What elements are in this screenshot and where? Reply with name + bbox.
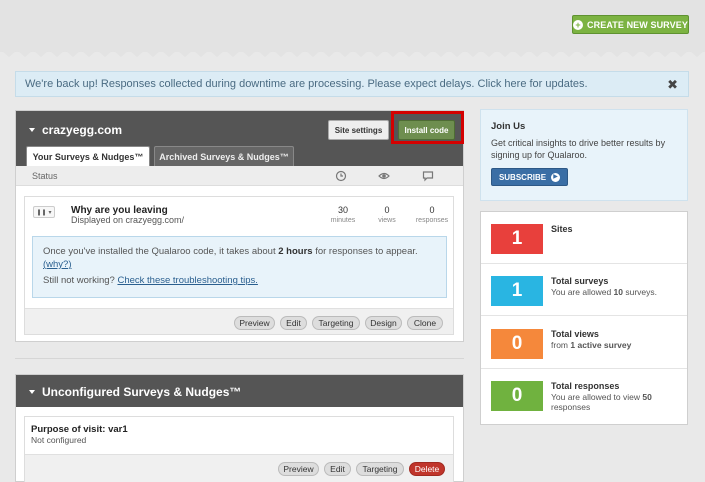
responses-label: responses: [415, 217, 449, 224]
responses-desc: You are allowed to view 50 responses: [551, 392, 652, 412]
targeting-button[interactable]: Targeting: [356, 462, 404, 476]
unconfigured-survey-card: Purpose of visit: var1 Not configured Pr…: [24, 416, 454, 482]
troubleshooting-link[interactable]: Check these troubleshooting tips.: [117, 275, 257, 286]
unconfigured-toggle[interactable]: Unconfigured Surveys & Nudges™: [29, 385, 241, 399]
top-header: + CREATE NEW SURVEY: [0, 0, 705, 57]
minutes-stat: 30 minutes: [323, 205, 363, 224]
subscribe-label: SUBSCRIBE: [498, 172, 547, 182]
minutes-label: minutes: [330, 217, 356, 224]
responses-value: 0: [429, 205, 435, 215]
caret-down-icon: [29, 128, 35, 132]
info-text: Once you've installed the Qualaroo code,…: [43, 246, 279, 257]
column-header-row: Status: [16, 166, 463, 186]
info-text-end: for responses to appear.: [312, 246, 418, 257]
views-title: Total views: [551, 329, 599, 339]
views-stat: 0 views: [367, 205, 407, 224]
pause-toggle[interactable]: ❚❚ ▾: [33, 206, 55, 218]
speech-bubble-icon: [422, 171, 434, 182]
tab-archived-surveys[interactable]: Archived Surveys & Nudges™: [154, 146, 294, 166]
site-panel-header: crazyegg.com Site settings Install code …: [16, 111, 464, 167]
subscribe-button[interactable]: SUBSCRIBE ▶: [491, 168, 568, 186]
unconfigured-survey-subtitle: Not configured: [31, 435, 87, 445]
stat-total-surveys: 1 Total surveys You are allowed 10 surve…: [481, 264, 687, 316]
section-divider: [15, 358, 464, 359]
create-new-survey-label: CREATE NEW SURVEY: [587, 19, 688, 30]
arrow-right-icon: ▶: [551, 172, 561, 182]
preview-button[interactable]: Preview: [234, 316, 275, 330]
views-desc: from 1 active survey: [551, 340, 632, 350]
survey-subtitle: Displayed on crazyegg.com/: [71, 215, 185, 225]
responses-stat: 0 responses: [412, 205, 452, 224]
stats-panel: 1 Sites 1 Total surveys You are allowed …: [480, 211, 688, 425]
delete-button[interactable]: Delete: [409, 462, 445, 476]
site-toggle[interactable]: crazyegg.com: [29, 123, 122, 137]
zigzag-edge: [0, 50, 705, 57]
sites-count: 1: [491, 224, 543, 254]
install-code-highlight: [391, 111, 464, 144]
survey-card: ❚❚ ▾ Why are you leaving Displayed on cr…: [24, 196, 454, 335]
pause-icon: ❚❚: [36, 209, 47, 216]
plus-icon: +: [573, 19, 584, 30]
responses-count: 0: [491, 381, 543, 411]
surveys-count: 1: [491, 276, 543, 306]
edit-button[interactable]: Edit: [280, 316, 307, 330]
join-us-box: Join Us Get critical insights to drive b…: [480, 109, 688, 201]
stat-sites: 1 Sites: [481, 212, 687, 264]
info-line-1: Once you've installed the Qualaroo code,…: [43, 245, 436, 258]
caret-down-icon: [29, 390, 35, 394]
stat-total-views: 0 Total views from 1 active survey: [481, 317, 687, 369]
clock-icon: [335, 170, 347, 182]
unconfigured-actions: Preview Edit Targeting Delete: [25, 454, 453, 482]
views-count: 0: [491, 329, 543, 359]
sites-title: Sites: [551, 224, 573, 234]
join-text: Get critical insights to drive better re…: [491, 138, 666, 160]
responses-title: Total responses: [551, 381, 620, 391]
surveys-title: Total surveys: [551, 276, 609, 286]
views-label: views: [378, 217, 396, 224]
edit-button[interactable]: Edit: [324, 462, 351, 476]
eye-icon: [378, 172, 390, 180]
site-name: crazyegg.com: [42, 123, 123, 137]
unconfigured-survey-name[interactable]: Purpose of visit: var1: [31, 424, 128, 435]
views-value: 0: [384, 205, 390, 215]
site-settings-button[interactable]: Site settings: [328, 120, 389, 140]
unconfigured-header: Unconfigured Surveys & Nudges™: [16, 375, 463, 407]
minutes-value: 30: [337, 205, 348, 215]
still-not-working-text: Still not working?: [43, 275, 118, 286]
site-panel: crazyegg.com Site settings Install code …: [15, 110, 464, 342]
alert-text[interactable]: We're back up! Responses collected durin…: [25, 78, 588, 90]
unconfigured-panel: Unconfigured Surveys & Nudges™ Purpose o…: [15, 374, 464, 482]
dropdown-caret-icon: ▾: [48, 209, 52, 216]
design-button[interactable]: Design: [365, 316, 402, 330]
status-column-label: Status: [32, 171, 58, 181]
unconfigured-title: Unconfigured Surveys & Nudges™: [42, 385, 242, 399]
survey-actions: Preview Edit Targeting Design Clone: [25, 308, 453, 334]
downtime-alert[interactable]: We're back up! Responses collected durin…: [15, 71, 689, 97]
clone-button[interactable]: Clone: [407, 316, 443, 330]
tab-your-surveys[interactable]: Your Surveys & Nudges™: [26, 146, 150, 167]
preview-button[interactable]: Preview: [278, 462, 319, 476]
close-icon[interactable]: ✖: [667, 77, 678, 93]
install-info-box: Once you've installed the Qualaroo code,…: [32, 236, 447, 298]
stat-total-responses: 0 Total responses You are allowed to vie…: [481, 369, 687, 421]
create-new-survey-button[interactable]: + CREATE NEW SURVEY: [572, 15, 689, 34]
join-title: Join Us: [491, 121, 526, 132]
why-link[interactable]: (why?): [43, 259, 72, 270]
targeting-button[interactable]: Targeting: [312, 316, 360, 330]
surveys-desc: You are allowed 10 surveys.: [551, 287, 658, 297]
info-bold-time: 2 hours: [278, 246, 313, 257]
